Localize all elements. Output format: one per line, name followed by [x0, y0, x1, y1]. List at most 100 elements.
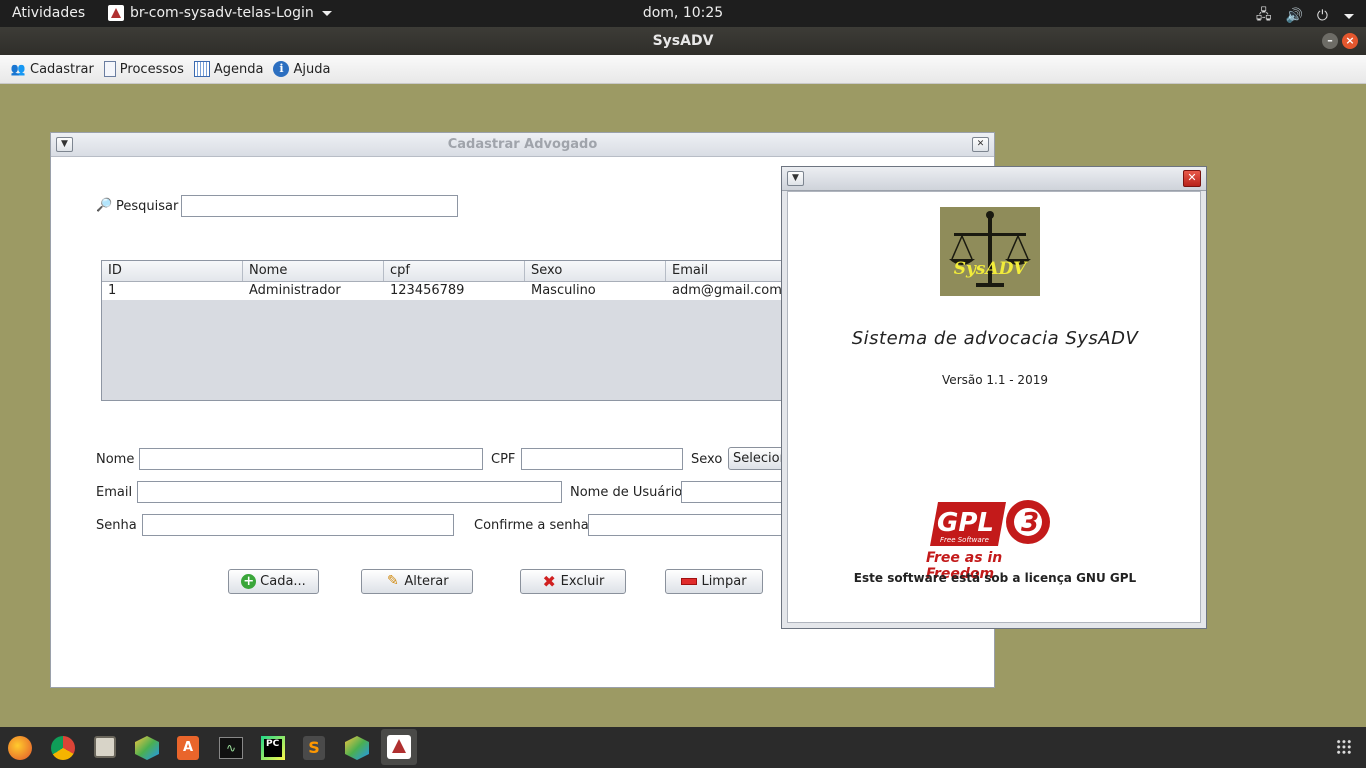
table-header: ID Nome cpf Sexo Email — [102, 261, 840, 282]
nome-field[interactable] — [139, 448, 483, 470]
network-icon[interactable]: 🖧 — [1256, 4, 1272, 28]
menu-label: Agenda — [213, 61, 264, 77]
users-icon: 👥 — [10, 62, 26, 76]
chevron-down-icon — [321, 10, 332, 16]
email-field[interactable] — [137, 481, 562, 503]
limpar-button-label: Limpar — [701, 574, 747, 589]
senha-field[interactable] — [142, 514, 454, 536]
pycharm-icon[interactable]: PC — [261, 736, 285, 760]
excluir-button[interactable]: ✖ Excluir — [520, 569, 626, 594]
close-button[interactable]: × — [1342, 33, 1358, 49]
confirma-senha-field[interactable] — [588, 514, 801, 536]
gpl-free-software-text: Free Software — [940, 536, 989, 544]
window-title: SysADV — [652, 33, 714, 49]
table-cell: 1 — [108, 283, 117, 298]
logo-text: SysADV — [953, 259, 1027, 279]
scales-icon — [949, 211, 1031, 287]
top-bar: Atividades br-com-sysadv-telas-Login dom… — [0, 0, 1366, 27]
system-tray[interactable]: 🖧 🔊 ⏻ — [1256, 4, 1354, 28]
about-titlebar[interactable]: ▼ ✕ — [782, 167, 1206, 191]
usuario-label: Nome de Usuário — [570, 485, 683, 500]
frame-close-button[interactable]: ✕ — [972, 137, 989, 152]
menu-label: Processos — [119, 61, 184, 77]
store-icon[interactable]: A — [177, 736, 199, 760]
cpf-label: CPF — [491, 452, 516, 467]
menu-ajuda[interactable]: i Ajuda — [273, 61, 330, 77]
search-input[interactable] — [181, 195, 458, 217]
alterar-button-label: Alterar — [404, 574, 449, 589]
document-icon — [103, 61, 116, 77]
frame-titlebar[interactable]: ▼ Cadastrar Advogado ✕ — [51, 133, 994, 157]
gpl-badge-icon: 3 GPL Free Software — [930, 500, 1050, 546]
files-icon[interactable] — [94, 736, 116, 758]
app-menu-label: br-com-sysadv-telas-Login — [130, 5, 314, 21]
nome-label: Nome — [96, 452, 135, 467]
advogados-table[interactable]: ID Nome cpf Sexo Email 1 Administrador 1… — [101, 260, 841, 401]
search-icon: 🔎 — [96, 198, 113, 213]
pycharm-icon-inner: PC — [264, 739, 282, 757]
pencil-icon: ✎ — [386, 573, 399, 589]
dock: A ∿ PC S — [0, 727, 1366, 768]
menu-bar: 👥 Cadastrar Processos Agenda i Ajuda — [0, 55, 1366, 84]
cpf-field[interactable] — [521, 448, 683, 470]
table-row[interactable]: 1 Administrador 123456789 Masculino adm@… — [102, 282, 840, 300]
sexo-label: Sexo — [691, 452, 723, 467]
gpl-text: GPL — [937, 508, 994, 538]
version-text: Versão 1.1 - 2019 — [942, 373, 1048, 387]
table-cell: 123456789 — [390, 283, 465, 298]
eraser-icon — [681, 578, 698, 585]
add-icon: + — [241, 574, 257, 589]
minimize-button[interactable]: – — [1322, 33, 1338, 49]
box2-icon[interactable] — [345, 736, 369, 760]
box-icon[interactable] — [135, 736, 159, 760]
senha-label: Senha — [96, 518, 137, 533]
gpl-version-text: 3 — [1021, 508, 1039, 538]
java-icon — [387, 735, 411, 759]
table-cell: Administrador — [249, 283, 341, 298]
firefox-icon[interactable] — [8, 736, 32, 760]
table-cell: Masculino — [531, 283, 596, 298]
app-menu[interactable]: br-com-sysadv-telas-Login — [108, 5, 332, 21]
gpl-logo: 3 GPL Free Software Free as in Freedom — [926, 498, 1066, 582]
confirma-senha-label: Confirme a senha — [474, 518, 589, 533]
info-icon: i — [273, 61, 290, 77]
window-titlebar: SysADV – × — [0, 27, 1366, 55]
column-header[interactable]: Sexo — [525, 261, 666, 281]
java-icon-shape — [392, 739, 406, 753]
column-header[interactable]: Nome — [243, 261, 384, 281]
apps-grid-icon[interactable] — [1336, 739, 1352, 755]
calendar-icon — [193, 61, 210, 77]
volume-icon[interactable]: 🔊 — [1285, 8, 1302, 24]
activities-button[interactable]: Atividades — [12, 5, 85, 21]
java-app-active[interactable] — [381, 729, 417, 765]
frame-menu-button[interactable]: ▼ — [56, 137, 73, 152]
chevron-down-icon[interactable] — [1344, 13, 1354, 19]
sexo-select-value: Selecion — [733, 451, 788, 466]
license-text: Este software está sob a licença GNU GPL — [853, 571, 1137, 585]
column-header[interactable]: ID — [102, 261, 243, 281]
about-menu-button[interactable]: ▼ — [787, 171, 804, 186]
frame-title: Cadastrar Advogado — [447, 137, 598, 152]
cadastrar-button[interactable]: + Cada... — [228, 569, 319, 594]
sublime-icon[interactable]: S — [303, 736, 325, 760]
menu-cadastrar[interactable]: 👥 Cadastrar — [10, 61, 94, 77]
cadastrar-button-label: Cada... — [260, 574, 306, 589]
power-icon[interactable]: ⏻ — [1317, 8, 1328, 24]
menu-label: Ajuda — [293, 61, 331, 77]
sysadv-logo: SysADV — [940, 207, 1040, 296]
menu-label: Cadastrar — [30, 61, 94, 77]
delete-icon: ✖ — [542, 572, 556, 591]
about-close-button[interactable]: ✕ — [1183, 170, 1201, 187]
menu-processos[interactable]: Processos — [103, 61, 184, 77]
menu-agenda[interactable]: Agenda — [193, 61, 264, 77]
about-body: SysADV Sistema de advocacia SysADV Versã… — [787, 191, 1201, 623]
chrome-icon[interactable] — [51, 736, 75, 760]
sexo-select[interactable]: Selecion — [728, 447, 788, 470]
email-label: Email — [96, 485, 133, 500]
limpar-button[interactable]: Limpar — [665, 569, 763, 594]
column-header[interactable]: cpf — [384, 261, 525, 281]
monitor-icon[interactable]: ∿ — [219, 737, 243, 759]
system-name: Sistema de advocacia SysADV — [851, 328, 1139, 349]
alterar-button[interactable]: ✎ Alterar — [361, 569, 473, 594]
search-label: Pesquisar — [116, 199, 179, 214]
